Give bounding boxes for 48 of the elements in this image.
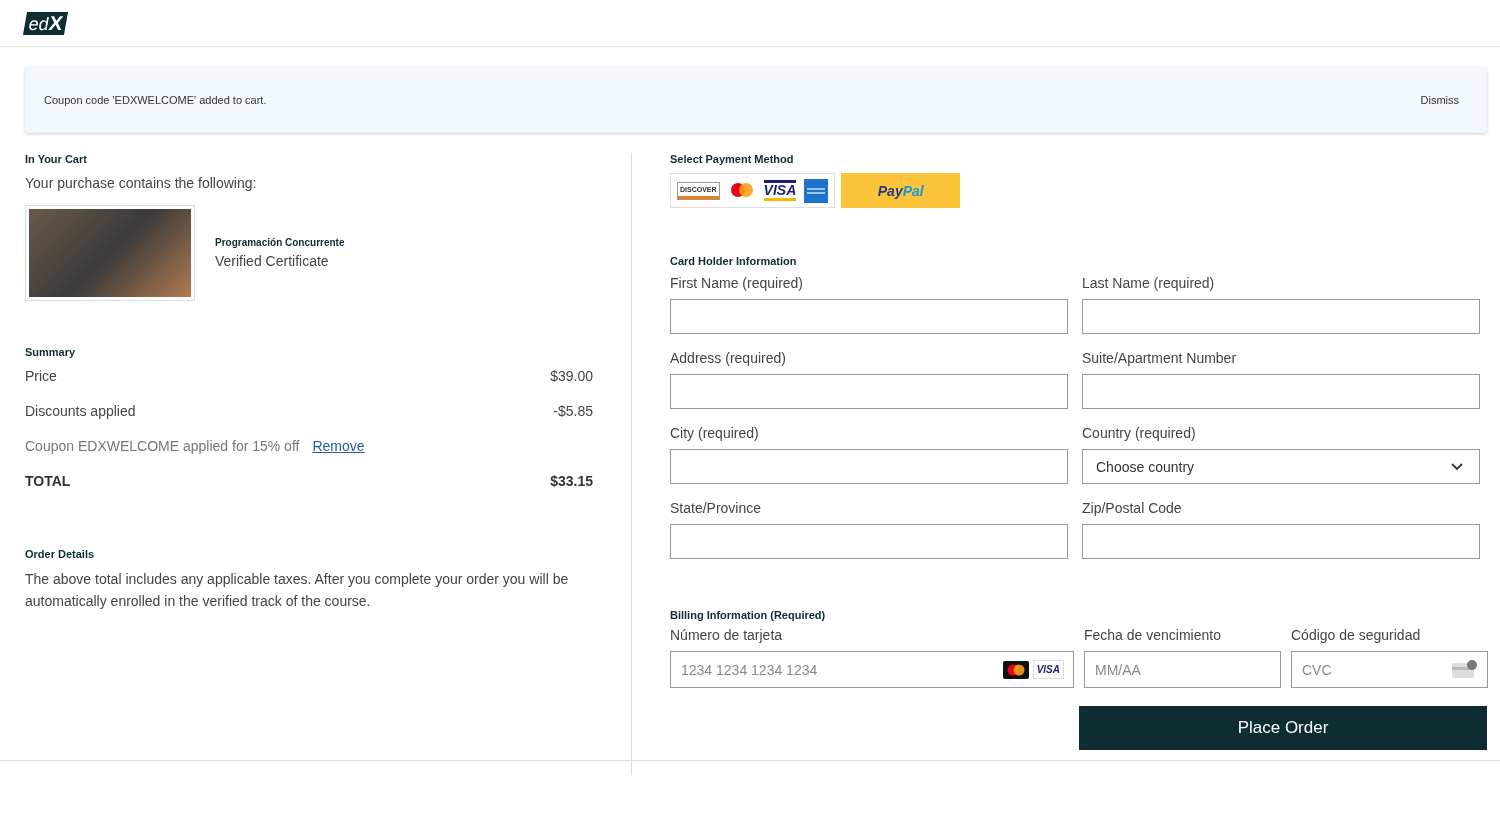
- visa-logo: VISA: [763, 180, 797, 201]
- summary-heading: Summary: [25, 346, 77, 358]
- input-field[interactable]: [1082, 374, 1480, 409]
- alert-message: Coupon code 'EDXWELCOME' added to cart.: [44, 94, 267, 106]
- input-field[interactable]: [670, 374, 1068, 409]
- field-label: Zip/Postal Code: [1082, 500, 1183, 516]
- field-label: Country (required): [1082, 425, 1197, 441]
- course-title: Programación Concurrente: [215, 237, 345, 248]
- field-label: Código de seguridad: [1291, 627, 1422, 643]
- cart-intro: Your purchase contains the following:: [25, 175, 258, 191]
- place-order-button[interactable]: Place Order: [1079, 706, 1487, 750]
- billing-heading: Billing Information (Required): [670, 609, 827, 621]
- field-label: Last Name (required): [1082, 275, 1216, 291]
- field-label: Suite/Apartment Number: [1082, 350, 1238, 366]
- order-details-text: The above total includes any applicable taxes. After you complete your order you will be automatically enrolled in the verified track of the course.: [25, 570, 570, 611]
- remove-link[interactable]: Remove: [312, 437, 365, 454]
- cart-heading: In Your Cart: [25, 153, 88, 165]
- order-details-heading: Order Details: [25, 548, 96, 560]
- input-field[interactable]: [1082, 299, 1480, 334]
- input-field[interactable]: [670, 299, 1068, 334]
- summary-label: Price: [25, 367, 57, 384]
- field-label: First Name (required): [670, 275, 805, 291]
- input-field[interactable]: [670, 524, 1068, 559]
- input-field[interactable]: [670, 449, 1068, 484]
- edx-logo[interactable]: edX: [22, 11, 69, 35]
- summary-amount: -$5.85: [553, 402, 593, 419]
- input-field[interactable]: MM/AA: [1084, 651, 1281, 688]
- dismiss-button[interactable]: Dismiss: [1420, 94, 1459, 106]
- course-track: Verified Certificate: [215, 253, 330, 269]
- paypal-button[interactable]: PayPal: [841, 173, 961, 208]
- card-holder-heading: Card Holder Information: [670, 255, 798, 267]
- payment-heading: Select Payment Method: [670, 153, 795, 165]
- field-label: State/Province: [670, 500, 763, 516]
- visa-logo: VISA: [1032, 660, 1064, 679]
- field-label: Fecha de vencimiento: [1084, 627, 1222, 643]
- summary-label: TOTAL: [25, 472, 71, 489]
- summary-amount: $39.00: [550, 367, 593, 384]
- field-label: Número de tarjeta: [670, 627, 784, 643]
- field-label: Address (required): [670, 350, 787, 366]
- input-field[interactable]: CVC: [1291, 651, 1488, 688]
- input-field[interactable]: [1082, 524, 1480, 559]
- field-label: City (required): [670, 425, 760, 441]
- summary-label: Discounts applied: [25, 402, 136, 419]
- card-cvc-icon: [1452, 660, 1478, 678]
- chevron-down-icon: [1451, 462, 1463, 471]
- summary-amount: $33.15: [550, 472, 593, 489]
- country-select[interactable]: Choose country: [1082, 449, 1480, 484]
- coupon-note: Coupon EDXWELCOME applied for 15% off: [25, 437, 300, 454]
